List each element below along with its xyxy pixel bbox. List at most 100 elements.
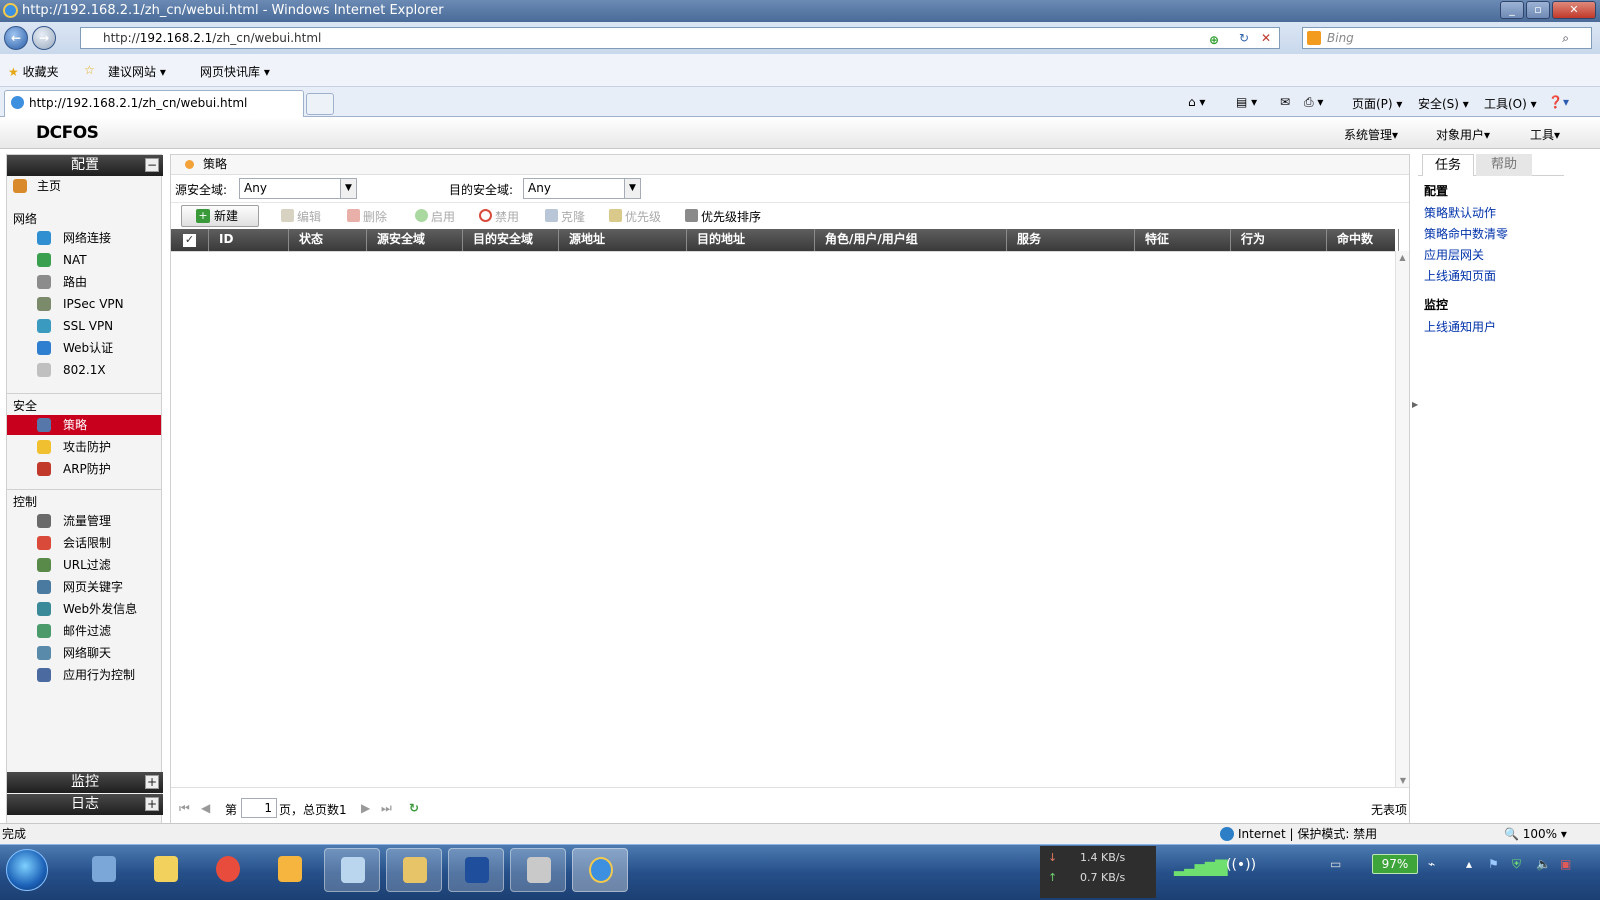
feeds-icon[interactable]: ▤ ▾ (1236, 95, 1257, 109)
tab-help[interactable]: 帮助 (1476, 154, 1532, 176)
vertical-scrollbar[interactable]: ▲ ▼ (1395, 251, 1409, 787)
tools-app-menu[interactable]: 工具▾ (1530, 126, 1560, 143)
sidebar-item[interactable]: Web外发信息 (7, 599, 161, 619)
sidebar-item[interactable]: Web认证 (7, 338, 161, 358)
sidebar-item[interactable]: ARP防护 (7, 459, 161, 479)
expand-icon[interactable]: + (145, 797, 159, 811)
task-link[interactable]: 策略默认动作 (1424, 204, 1496, 221)
sidebar-item[interactable]: 802.1X (7, 360, 161, 380)
taskbar-app-qq[interactable] (262, 848, 318, 892)
taskbar-app-chrome[interactable] (200, 848, 256, 892)
system-menu[interactable]: 系统管理▾ (1344, 126, 1398, 143)
panel-toggle-icon[interactable]: ▶ (1412, 400, 1418, 409)
delete-button[interactable]: 删除 (347, 208, 387, 225)
taskbar-app-computer[interactable] (76, 848, 132, 892)
safety-menu[interactable]: 安全(S) ▾ (1418, 95, 1469, 112)
sidebar-item[interactable]: 会话限制 (7, 533, 161, 553)
search-icon[interactable]: ⌕ (1562, 28, 1569, 48)
taskbar-app-notepad[interactable] (324, 848, 380, 892)
sidebar-item[interactable]: 网络连接 (7, 228, 161, 248)
compat-view-icon[interactable]: ⊕ (1209, 30, 1219, 50)
power-icon[interactable]: ⌁ (1428, 857, 1435, 871)
sidebar-item[interactable]: 策略 (7, 415, 161, 435)
taskbar-app-explorer[interactable] (386, 848, 442, 892)
dst-zone-select[interactable]: Any ▼ (523, 178, 641, 199)
home-icon[interactable]: ⌂ ▾ (1188, 95, 1205, 109)
mail-icon[interactable]: ✉ (1280, 95, 1290, 109)
forward-button[interactable]: → (32, 26, 56, 50)
objects-menu[interactable]: 对象用户▾ (1436, 126, 1490, 143)
column-header[interactable]: 目的地址 (687, 229, 815, 251)
sidebar-item[interactable]: NAT (7, 250, 161, 270)
prev-page-icon[interactable]: ◀ (201, 801, 210, 815)
sidebar-item[interactable]: 攻击防护 (7, 437, 161, 457)
src-zone-select[interactable]: Any ▼ (239, 178, 357, 199)
column-header[interactable]: ID (209, 229, 289, 251)
enable-button[interactable]: 启用 (415, 208, 455, 225)
new-button[interactable]: + 新建 (181, 205, 259, 227)
sidebar-item[interactable]: SSL VPN (7, 316, 161, 336)
config-header[interactable]: 配置 − (7, 155, 163, 176)
task-link[interactable]: 上线通知页面 (1424, 267, 1496, 284)
keyboard-icon[interactable]: ▭ (1330, 857, 1341, 871)
scroll-down-icon[interactable]: ▼ (1396, 776, 1410, 785)
close-window-button[interactable]: ✕ (1552, 1, 1596, 19)
expand-icon[interactable]: + (145, 775, 159, 789)
next-page-icon[interactable]: ▶ (361, 801, 370, 815)
log-header[interactable]: 日志 + (7, 794, 163, 815)
tools-menu[interactable]: 工具(O) ▾ (1484, 95, 1537, 112)
column-header[interactable]: 源安全域 (367, 229, 463, 251)
priority-button[interactable]: 优先级 (609, 208, 661, 225)
column-header[interactable]: 角色/用户/用户组 (815, 229, 1007, 251)
disable-button[interactable]: 禁用 (479, 208, 519, 225)
maximize-button[interactable]: ▫ (1526, 1, 1550, 19)
first-page-icon[interactable]: ⏮ (179, 801, 190, 816)
sidebar-item[interactable]: 邮件过滤 (7, 621, 161, 641)
flag-icon[interactable]: ⚑ (1488, 857, 1499, 871)
sidebar-item[interactable]: 网页关键字 (7, 577, 161, 597)
task-link[interactable]: 应用层网关 (1424, 246, 1484, 263)
battery-indicator[interactable]: 97% (1372, 854, 1418, 874)
search-input[interactable]: Bing ⌕ (1302, 27, 1592, 49)
taskbar-app-notes[interactable] (138, 848, 194, 892)
signal-icon[interactable]: ▂▃▅▆▇ (1174, 857, 1228, 876)
page-menu[interactable]: 页面(P) ▾ (1352, 95, 1402, 112)
zoom-control[interactable]: 🔍 100% ▾ (1504, 824, 1567, 844)
priority-sort-button[interactable]: 优先级排序 (685, 208, 761, 225)
task-link[interactable]: 策略命中数清零 (1424, 225, 1508, 242)
clone-button[interactable]: 克隆 (545, 208, 585, 225)
stop-icon[interactable]: ✕ (1261, 28, 1271, 48)
column-header[interactable]: 命中数 (1327, 229, 1399, 251)
minimize-button[interactable]: _ (1500, 1, 1524, 19)
print-icon[interactable]: ⎙ ▾ (1304, 95, 1323, 110)
monitor-header[interactable]: 监控 + (7, 772, 163, 793)
taskbar-app-word[interactable] (448, 848, 504, 892)
task-link[interactable]: 上线通知用户 (1424, 318, 1496, 335)
sidebar-item[interactable]: 应用行为控制 (7, 665, 161, 685)
tray-expand-icon[interactable]: ▴ (1466, 857, 1472, 871)
page-input[interactable]: 1 (241, 798, 277, 818)
last-page-icon[interactable]: ⏭ (381, 801, 392, 816)
column-header[interactable]: 目的安全域 (463, 229, 559, 251)
sidebar-item[interactable]: 网络聊天 (7, 643, 161, 663)
column-header[interactable]: 状态 (289, 229, 367, 251)
web-slice-button[interactable]: 网页快讯库 ▾ (200, 63, 270, 80)
new-tab-button[interactable] (306, 93, 334, 115)
shield-icon[interactable]: ⛨ (1512, 857, 1521, 872)
select-all-checkbox[interactable]: ✓ (171, 229, 209, 251)
column-header[interactable]: 源地址 (559, 229, 687, 251)
back-button[interactable]: ← (4, 26, 28, 50)
browser-tab[interactable]: http://192.168.2.1/zh_cn/webui.html (4, 90, 304, 117)
show-desktop-icon[interactable]: ▣ (1560, 857, 1571, 871)
taskbar-app-terminal[interactable] (510, 848, 566, 892)
start-button[interactable] (6, 849, 48, 891)
sidebar-item[interactable]: URL过滤 (7, 555, 161, 575)
tab-tasks[interactable]: 任务 (1422, 154, 1474, 176)
collapse-icon[interactable]: − (145, 158, 159, 172)
volume-icon[interactable]: 🔈 (1536, 857, 1551, 871)
taskbar-app-ie[interactable] (572, 848, 628, 892)
help-icon[interactable]: ❓▾ (1548, 95, 1569, 109)
sidebar-item[interactable]: 流量管理 (7, 511, 161, 531)
wireless-icon[interactable]: ((•)) (1226, 857, 1256, 873)
sidebar-item[interactable]: IPSec VPN (7, 294, 161, 314)
